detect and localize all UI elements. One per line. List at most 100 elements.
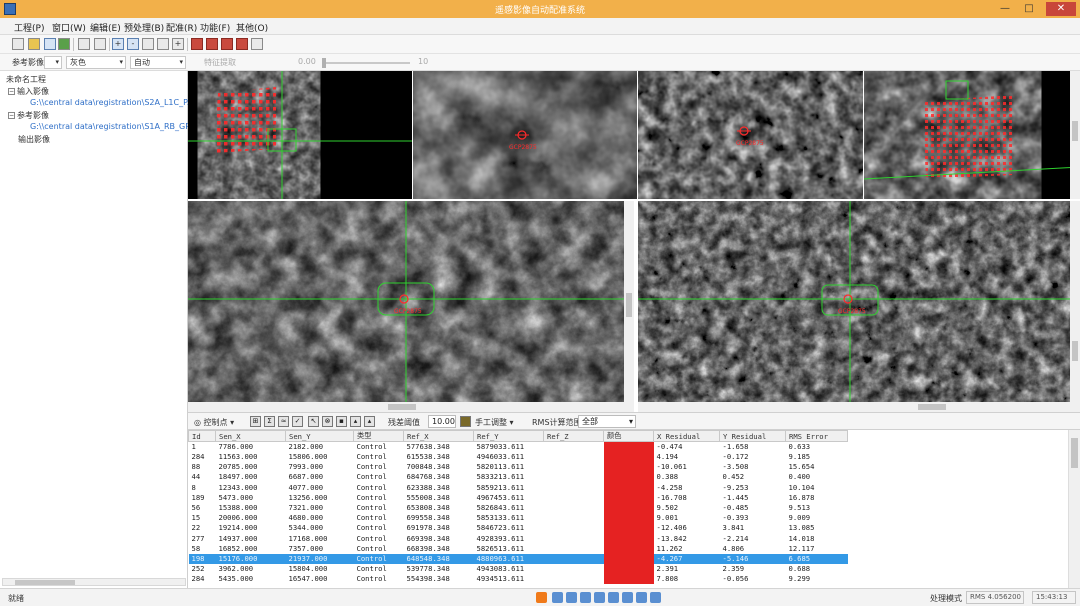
open-folder-icon[interactable] [28,38,40,50]
table-row[interactable]: 88 20785.000 7993.000 Control 700848.348 5820… [189,462,848,473]
select-arrow-icon[interactable] [157,38,169,50]
band-select[interactable]: 灰色 ▾ [66,56,126,69]
tray-icon[interactable] [594,592,605,603]
filter-icon[interactable]: ⊞ [250,416,261,427]
table-row[interactable]: 8 12343.000 4077.000 Control 623388.348 58592… [189,482,848,493]
ref-detail-hscroll[interactable] [638,402,1080,412]
column-header[interactable]: Id [188,430,216,442]
table-row[interactable]: 252 3962.000 15804.000 Control 539778.348 494… [189,564,848,575]
zoom-out-icon[interactable]: - [127,38,139,50]
menu-project[interactable]: 工程(P) [14,21,44,34]
manual-adjust-icon[interactable] [460,416,471,427]
table-row[interactable]: 58 16852.000 7357.000 Control 668398.348 5826… [189,543,848,554]
tree-output-node[interactable]: 输出影像 [18,134,50,145]
input-detail-hscroll[interactable] [188,402,634,412]
column-header[interactable]: Ref_X [403,430,474,442]
slider-thumb[interactable] [322,58,326,68]
table-row[interactable]: 284 5435.000 16547.000 Control 554398.348 493… [189,574,848,585]
input-overview-panel[interactable] [188,71,412,199]
export-icon[interactable] [58,38,70,50]
compute-icon[interactable]: ≈ [278,416,289,427]
collapse-icon[interactable]: − [8,112,15,119]
pointer-icon[interactable]: ↖ [308,416,319,427]
table-row[interactable]: 56 15388.000 7321.000 Control 653808.348 5826… [189,502,848,514]
menu-registration[interactable]: 配准(R) [166,21,197,34]
save-points-icon[interactable]: ▪ [336,416,347,427]
reference-image-select[interactable]: ▾ [44,56,62,69]
tree-horizontal-scrollbar[interactable] [2,578,186,586]
table-row[interactable]: 44 18497.000 6687.000 Control 684768.348 5833… [189,472,848,483]
menu-edit[interactable]: 编辑(E) [90,21,121,34]
tree-input-path[interactable]: G:\\central data\registration\S2A_L1C_P.… [30,98,194,107]
threshold-input[interactable]: 10.00 [428,415,456,428]
sigma-icon[interactable]: Σ [264,416,275,427]
ref-zoom-panel[interactable]: GCP2875 [638,71,863,199]
table-row[interactable]: 189 5473.000 13256.000 Control 555008.348 496… [189,492,848,503]
column-header[interactable]: Sen_X [215,430,286,442]
fit-view-icon[interactable] [78,38,90,50]
threshold-slider[interactable] [322,58,410,68]
menu-function[interactable]: 功能(F) [200,21,230,34]
column-header[interactable]: 类型 [353,430,404,442]
input-detail-panel[interactable]: GCP2875 [188,201,634,412]
column-header[interactable]: 颜色 [603,430,654,442]
stretch-select[interactable]: 自动 ▾ [130,56,186,69]
ref-detail-vscroll[interactable] [1070,201,1080,402]
tray-icon[interactable] [580,592,591,603]
ref-detail-panel[interactable]: GCP2875 [638,201,1080,412]
scroll-thumb[interactable] [15,580,75,585]
layer-link-icon[interactable] [236,38,248,50]
feature-extract-label[interactable]: 特征提取 [204,57,236,68]
table-row[interactable]: 15 20006.000 4680.000 Control 699558.348 5853… [189,513,848,524]
column-header[interactable]: Ref_Z [543,430,604,442]
import-points-icon[interactable]: ▴ [350,416,361,427]
layer-compare-icon[interactable] [206,38,218,50]
dropdown-tool-icon[interactable] [251,38,263,50]
tray-icon[interactable] [622,592,633,603]
pan-hand-icon[interactable] [142,38,154,50]
tray-icon[interactable] [608,592,619,603]
input-detail-vscroll[interactable] [624,201,634,402]
ref-overview-scrollbar[interactable] [1070,71,1080,199]
menu-other[interactable]: 其他(O) [236,21,268,34]
input-method-icon[interactable] [536,592,547,603]
input-zoom-panel[interactable]: GCP2875 [413,71,637,199]
menu-preprocess[interactable]: 预处理(B) [124,21,164,34]
menu-window[interactable]: 窗口(W) [52,21,86,34]
export-points-icon[interactable]: ▴ [364,416,375,427]
collapse-icon[interactable]: − [8,88,15,95]
table-vertical-scrollbar[interactable] [1068,430,1080,588]
table-row[interactable]: 1 7786.000 2182.000 Control 577638.348 587903… [189,441,848,452]
maximize-button[interactable]: □ [1018,2,1040,16]
column-header[interactable]: RMS Error [785,430,848,442]
column-header[interactable]: Sen_Y [285,430,354,442]
control-point-label[interactable]: ◎ 控制点 ▾ [194,417,234,428]
tray-icon[interactable] [650,592,661,603]
column-header[interactable]: X Residual [653,430,720,442]
layer-red-icon[interactable] [191,38,203,50]
save-icon[interactable] [44,38,56,50]
ref-overview-panel[interactable] [864,71,1080,199]
full-extent-icon[interactable] [94,38,106,50]
tree-ref-path[interactable]: G:\\central data\registration\S1A_RB_GR.… [30,122,198,131]
column-header[interactable]: Y Residual [719,430,786,442]
manual-adjust-label[interactable]: 手工调整 ▾ [475,417,514,428]
table-row[interactable]: 277 14937.000 17168.000 Control 669398.348 49… [189,533,848,544]
tray-icon[interactable] [552,592,563,603]
new-file-icon[interactable] [12,38,24,50]
tree-input-node[interactable]: − 输入影像 [8,86,49,97]
tree-ref-node[interactable]: − 参考影像 [8,110,49,121]
crosshair-icon[interactable]: + [172,38,184,50]
zoom-in-icon[interactable]: + [112,38,124,50]
delete-point-icon[interactable]: ⊗ [322,416,333,427]
column-header[interactable]: Ref_Y [473,430,544,442]
minimize-button[interactable]: — [994,2,1016,16]
tree-root[interactable]: 未命名工程 [6,74,46,85]
table-row[interactable]: 284 11563.000 15806.000 Control 615538.348 49… [189,452,848,463]
close-button[interactable]: ✕ [1046,2,1076,16]
table-row[interactable]: 22 19214.000 5344.000 Control 691978.348 5846… [189,523,848,534]
rms-range-select[interactable]: 全部 ▾ [578,415,636,428]
table-row[interactable]: 198 15176.000 21937.000 Control 648548.348 48… [188,553,848,565]
tray-icon[interactable] [566,592,577,603]
tray-icon[interactable] [636,592,647,603]
